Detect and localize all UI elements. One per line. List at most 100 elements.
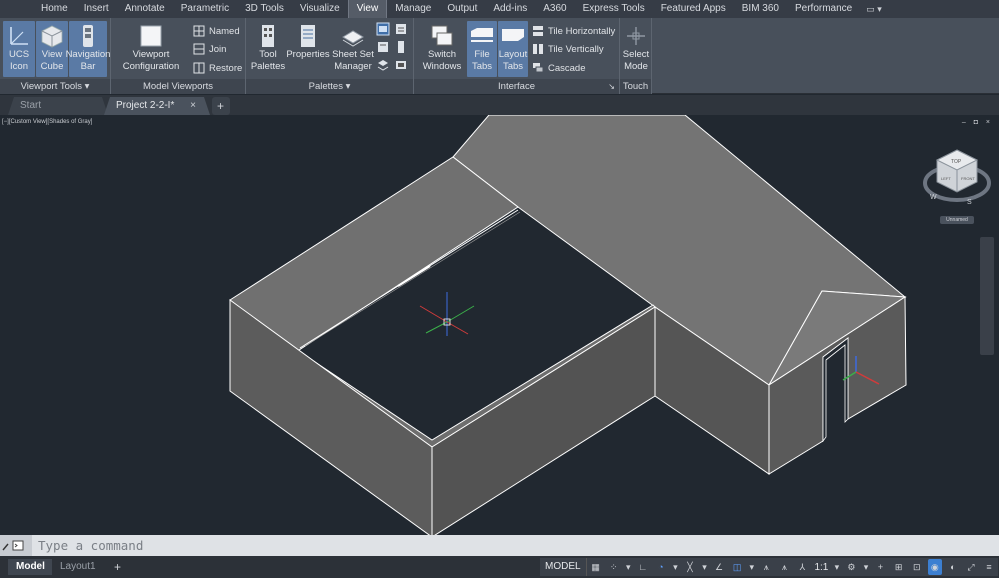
select-mode-icon: [627, 27, 645, 45]
view-cube-button[interactable]: View Cube: [36, 21, 68, 77]
units-icon[interactable]: ⊞: [892, 559, 906, 575]
tool-palettes-icon: [262, 25, 274, 47]
restore-viewports-icon: [193, 62, 205, 74]
snap-mode-icon[interactable]: ⁘: [607, 559, 621, 575]
isolate-objects-icon[interactable]: ◐: [946, 559, 960, 575]
grid-icon[interactable]: ▦: [589, 559, 603, 575]
named-viewports-icon: [193, 25, 205, 37]
tab-bim-360[interactable]: BIM 360: [734, 0, 787, 18]
view-cube-icon: [41, 25, 63, 48]
layout-tabs-button[interactable]: Layout Tabs: [498, 21, 528, 77]
properties-icon: [301, 25, 315, 47]
auto-scale-icon[interactable]: ⩚: [777, 559, 791, 575]
file-tabs-icon: [471, 28, 493, 42]
panel-launcher-icon[interactable]: ↘: [608, 79, 615, 94]
properties-button[interactable]: Properties: [286, 21, 330, 77]
switch-windows-icon: [431, 25, 453, 46]
model-space-button[interactable]: MODEL: [540, 558, 587, 576]
tab-home[interactable]: Home: [33, 0, 76, 18]
ortho-mode-icon[interactable]: ∟: [636, 559, 650, 575]
graphics-performance-icon[interactable]: ◉: [927, 559, 942, 575]
command-input[interactable]: Type a command: [38, 538, 143, 553]
annotation-scale-value[interactable]: 1:1: [811, 562, 831, 573]
tile-horizontally-icon: [533, 26, 543, 36]
isodraft-dropdown-icon[interactable]: ▾: [701, 559, 708, 575]
scale-dropdown-icon[interactable]: ▾: [833, 559, 840, 575]
tab-annotate[interactable]: Annotate: [117, 0, 173, 18]
ribbon-panels: UCS Icon View Cube Navigation Bar Viewpo…: [0, 18, 999, 94]
restore-viewports-button[interactable]: Restore: [193, 60, 242, 76]
quick-properties-icon[interactable]: ⊡: [910, 559, 924, 575]
file-tab-project[interactable]: Project 2-2-I* ×: [104, 97, 210, 115]
cascade-button[interactable]: Cascade: [532, 60, 586, 76]
tab-manage[interactable]: Manage: [387, 0, 439, 18]
panel-title-model-viewports: Model Viewports: [111, 79, 245, 94]
object-snap-tracking-icon[interactable]: ∠: [712, 559, 726, 575]
tab-output[interactable]: Output: [439, 0, 485, 18]
ucs-icon-button[interactable]: UCS Icon: [3, 21, 35, 77]
viewcube-widget[interactable]: [923, 149, 991, 202]
tab-add-ins[interactable]: Add-ins: [485, 0, 535, 18]
customization-menu-icon[interactable]: ≡: [982, 559, 996, 575]
workspace-gear-icon[interactable]: ⚙: [844, 559, 858, 575]
ucs-menu-button[interactable]: Unnamed: [940, 216, 974, 224]
tile-vertically-button[interactable]: Tile Vertically: [532, 41, 604, 57]
tab-3d-tools[interactable]: 3D Tools: [237, 0, 292, 18]
polar-tracking-icon[interactable]: ◔: [654, 559, 668, 575]
file-tab-start[interactable]: Start: [8, 97, 108, 115]
add-layout-button[interactable]: +: [106, 559, 129, 575]
isometric-drafting-icon[interactable]: ╳: [683, 559, 697, 575]
tab-featured-apps[interactable]: Featured Apps: [653, 0, 734, 18]
sheet-set-manager-button[interactable]: Sheet Set Manager: [331, 21, 375, 77]
tab-view[interactable]: View: [347, 0, 388, 18]
markup-set-icon[interactable]: [394, 22, 408, 36]
layer-properties-icon[interactable]: [376, 58, 390, 72]
select-mode-button[interactable]: Select Mode: [620, 21, 652, 77]
tab-visualize[interactable]: Visualize: [292, 0, 348, 18]
object-snap-icon[interactable]: ◫: [730, 559, 744, 575]
workspace-dropdown-icon[interactable]: ▾: [862, 559, 869, 575]
annotation-visibility-icon[interactable]: ⩚: [759, 559, 773, 575]
tab-parametric[interactable]: Parametric: [173, 0, 237, 18]
tab-layout1[interactable]: Layout1: [52, 559, 104, 575]
join-viewports-button[interactable]: Join: [193, 41, 226, 57]
tab-a360[interactable]: A360: [535, 0, 574, 18]
switch-windows-button[interactable]: Switch Windows: [420, 21, 464, 77]
panel-title-palettes[interactable]: Palettes ▾: [246, 79, 413, 94]
status-bar-tools: MODEL ▦ ⁘ ▾ ∟ ◔ ▾ ╳ ▾ ∠ ◫ ▾ ⩚ ⩚ ⅄ 1:1 ▾ …: [540, 558, 998, 576]
osnap-dropdown-icon[interactable]: ▾: [748, 559, 755, 575]
polar-dropdown-icon[interactable]: ▾: [672, 559, 679, 575]
drawing-area[interactable]: [−][Custom View][Shades of Gray] – ◘ × T…: [0, 115, 999, 535]
command-line-tools[interactable]: [0, 535, 32, 556]
block-palette-icon[interactable]: [394, 58, 408, 72]
tab-performance[interactable]: Performance: [787, 0, 860, 18]
clean-screen-icon[interactable]: ⤢: [964, 559, 978, 575]
annotation-monitor-icon[interactable]: +: [874, 559, 888, 575]
layout-tabs-icon: [502, 29, 524, 41]
quickcalc-icon[interactable]: [376, 40, 390, 54]
tab-express-tools[interactable]: Express Tools: [575, 0, 653, 18]
panel-title-viewport-tools[interactable]: Viewport Tools ▾: [0, 79, 110, 94]
status-bar: Model Layout1 + MODEL ▦ ⁘ ▾ ∟ ◔ ▾ ╳ ▾ ∠ …: [0, 556, 999, 578]
panel-title-touch: Touch: [620, 79, 651, 94]
named-viewports-button[interactable]: Named: [193, 23, 240, 39]
tile-horizontally-button[interactable]: Tile Horizontally: [532, 23, 615, 39]
ribbon-display-toggle-icon[interactable]: ▭ ▾: [860, 4, 888, 15]
annotation-scale-icon[interactable]: ⅄: [795, 559, 809, 575]
panel-palettes: Tool Palettes Properties Sheet Set Manag…: [246, 18, 414, 94]
external-references-icon[interactable]: [394, 40, 408, 54]
navigation-bar-button[interactable]: Navigation Bar: [66, 21, 110, 77]
tab-insert[interactable]: Insert: [76, 0, 117, 18]
new-file-tab-button[interactable]: +: [212, 97, 230, 115]
snap-dropdown-icon[interactable]: ▾: [625, 559, 632, 575]
design-center-icon[interactable]: [376, 22, 390, 36]
file-tabs-button[interactable]: File Tabs: [467, 21, 497, 77]
tab-model[interactable]: Model: [8, 559, 53, 575]
compass-south-label: S: [967, 199, 972, 206]
compass-west-label: W: [930, 194, 937, 201]
viewport-configuration-button[interactable]: Viewport Configuration: [116, 21, 186, 77]
viewcube-top-label: TOP: [951, 159, 962, 165]
tool-palettes-button[interactable]: Tool Palettes: [250, 21, 286, 77]
navigation-bar[interactable]: [980, 237, 994, 355]
close-tab-icon[interactable]: ×: [190, 97, 196, 115]
